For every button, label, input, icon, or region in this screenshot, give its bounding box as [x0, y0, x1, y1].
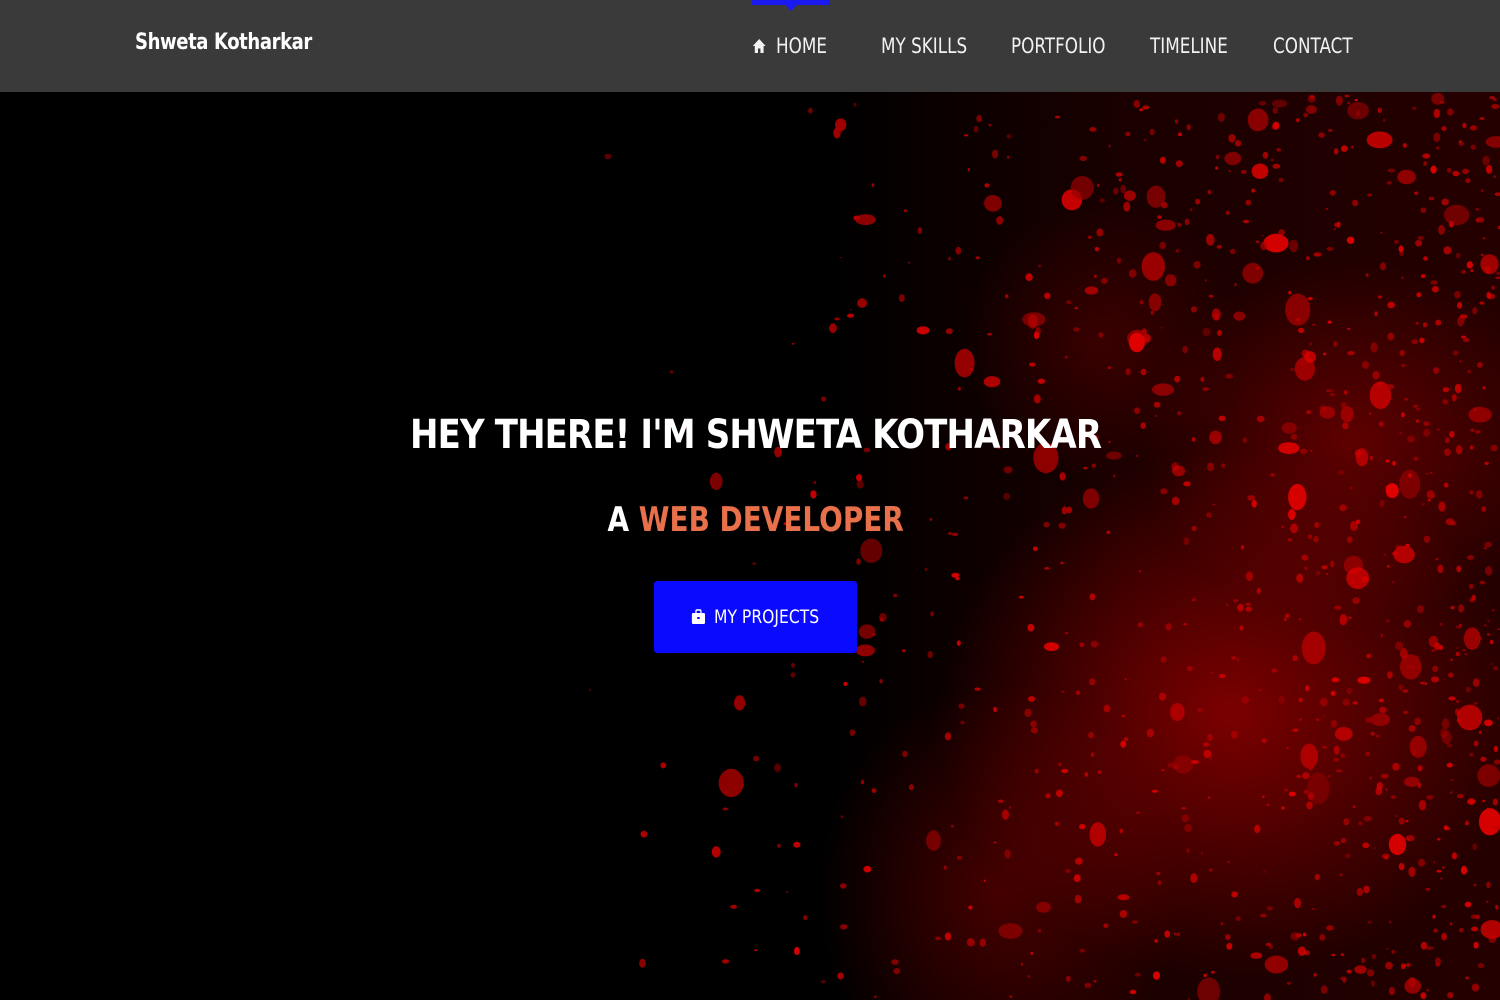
nav-item-portfolio[interactable]: PORTFOLIO [1011, 34, 1106, 58]
nav-item-timeline[interactable]: TIMELINE [1150, 34, 1228, 58]
nav-item-my-skills[interactable]: MY SKILLS [881, 34, 967, 58]
hero-subtitle-accent: WEB DEVELOPER [638, 500, 904, 540]
nav-item-contact[interactable]: CONTACT [1273, 34, 1353, 58]
home-icon [752, 39, 766, 53]
nav-item-label: TIMELINE [1150, 34, 1228, 58]
red-splatter-background [589, 92, 1500, 1000]
nav-item-label: PORTFOLIO [1011, 34, 1106, 58]
hero-section: HEY THERE! I'M SHWETA KOTHARKAR A WEB DE… [0, 92, 1500, 1000]
site-brand[interactable]: Shweta Kotharkar [135, 30, 312, 55]
nav-item-label: MY SKILLS [881, 34, 968, 58]
hero-headline: HEY THERE! I'M SHWETA KOTHARKAR [409, 412, 1102, 458]
active-nav-indicator-tip [784, 4, 798, 11]
hero-subtitle: A WEB DEVELOPER [0, 500, 1500, 540]
briefcase-icon [692, 609, 706, 624]
nav-item-label: CONTACT [1273, 34, 1353, 58]
nav-item-label: HOME [776, 34, 827, 58]
my-projects-button[interactable]: MY PROJECTS [654, 581, 857, 653]
top-navbar: Shweta Kotharkar HOME MY SKILLS PORTFOLI… [0, 0, 1500, 92]
my-projects-label: MY PROJECTS [714, 606, 820, 628]
hero-subtitle-prefix: A [607, 500, 639, 540]
nav-item-home[interactable]: HOME [752, 34, 827, 58]
